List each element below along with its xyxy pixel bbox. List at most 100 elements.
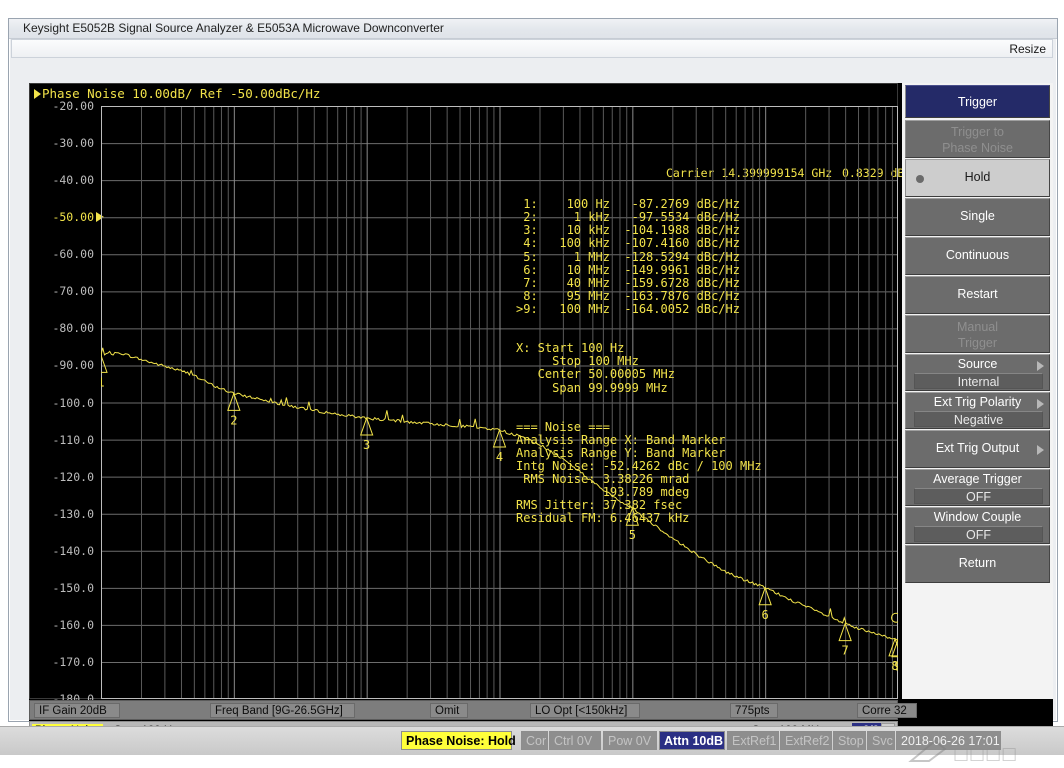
marker-table-row: 7: 40 MHz -159.6728 dBc/Hz bbox=[516, 275, 740, 290]
softkey-label: Window Couple bbox=[933, 510, 1022, 524]
marker-readout-table: 1: 100 Hz -87.2769 dBc/Hz 2: 1 kHz -97.5… bbox=[516, 172, 762, 552]
plot-canvas: 123456789 bbox=[101, 106, 898, 699]
softkey-value[interactable]: OFF bbox=[914, 526, 1043, 542]
taskbar-item[interactable]: ExtRef2 bbox=[780, 731, 832, 750]
watermark: □□□□ bbox=[908, 739, 1017, 764]
softkey-label: Continuous bbox=[945, 248, 1010, 262]
softkey-value[interactable]: Internal bbox=[914, 373, 1043, 389]
marker-table-row: 8: 95 MHz -163.7876 dBc/Hz bbox=[516, 288, 740, 303]
softkey-label: Restart bbox=[957, 287, 998, 301]
trace-marker-label: 2 bbox=[230, 413, 237, 427]
trace-marker-label: 1 bbox=[101, 375, 105, 389]
range-info-rows: X: Start 100 Hz Stop 100 MHz Center 50.0… bbox=[516, 342, 762, 394]
taskbar-item[interactable]: Svc bbox=[867, 731, 895, 750]
y-axis-tick-label: -160.0 bbox=[52, 617, 94, 632]
noise-analysis-row: Analysis Range X: Band Marker bbox=[516, 432, 726, 447]
status-cell[interactable]: IF Gain 20dB bbox=[34, 703, 120, 718]
softkey-single[interactable]: Single bbox=[905, 198, 1050, 236]
y-axis-tick-label: -60.00 bbox=[52, 247, 94, 262]
y-axis-tick-label: -30.00 bbox=[52, 136, 94, 151]
softkey-label: Ext Trig Output bbox=[935, 441, 1020, 455]
noise-analysis-row: Residual FM: 6.46437 kHz bbox=[516, 511, 690, 526]
softkey-continuous[interactable]: Continuous bbox=[905, 237, 1050, 275]
y-axis-tick-label: -120.0 bbox=[52, 469, 94, 484]
trace-marker-label: 3 bbox=[363, 438, 370, 452]
softkey-return[interactable]: Return bbox=[905, 545, 1050, 583]
softkey-label: Average Trigger bbox=[933, 472, 1022, 486]
y-axis-tick-label: -100.0 bbox=[52, 395, 94, 410]
softkey-average-trigger[interactable]: Average Trigger OFF bbox=[905, 469, 1050, 506]
softkey-label: Source bbox=[957, 357, 998, 371]
softkey-label: Return bbox=[958, 556, 997, 570]
softkey-ext-trig-polarity[interactable]: Ext Trig Polarity Negative bbox=[905, 392, 1050, 429]
softkey-label: Trigger to bbox=[950, 125, 1005, 139]
y-axis-tick-label: -20.00 bbox=[52, 99, 94, 113]
title-bar: Keysight E5052B Signal Source Analyzer &… bbox=[9, 19, 1057, 39]
menu-bar[interactable]: Resize bbox=[11, 39, 1053, 58]
chevron-right-icon bbox=[1037, 361, 1044, 371]
softkey-hold[interactable]: Hold bbox=[905, 159, 1050, 197]
softkey-source[interactable]: Source Internal bbox=[905, 354, 1050, 391]
marker-table-row: 4: 100 kHz -107.4160 dBc/Hz bbox=[516, 236, 740, 251]
status-cell[interactable]: LO Opt [<150kHz] bbox=[530, 703, 640, 718]
radio-selected-icon bbox=[916, 175, 924, 183]
taskbar-item[interactable]: Attn 10dB bbox=[659, 731, 725, 750]
trace-marker-label: 9 bbox=[894, 660, 898, 674]
plot-grid: 123456789 bbox=[101, 106, 898, 699]
marker-rows: 1: 100 Hz -87.2769 dBc/Hz 2: 1 kHz -97.5… bbox=[516, 198, 762, 316]
y-axis-tick-label: -50.00 bbox=[52, 210, 94, 225]
softkey-value[interactable]: OFF bbox=[914, 488, 1043, 504]
noise-analysis-rows: === Noise === Analysis Range X: Band Mark… bbox=[516, 419, 762, 526]
range-info-row: Center 50.00005 MHz bbox=[516, 367, 675, 382]
status-cell[interactable]: Freq Band [9G-26.5GHz] bbox=[210, 703, 355, 718]
y-axis-tick-label: -140.0 bbox=[52, 543, 94, 558]
taskbar-item[interactable]: Phase Noise: Hold bbox=[401, 731, 516, 750]
softkey-label-line2: Phase Noise bbox=[942, 141, 1013, 155]
softkey-panel[interactable]: Trigger Trigger to Phase Noise Hold Single Co… bbox=[902, 83, 1053, 699]
softkey-label: Single bbox=[960, 209, 995, 223]
taskbar-item[interactable]: Cor bbox=[521, 731, 548, 750]
taskbar-item[interactable]: Pow 0V bbox=[603, 731, 657, 750]
chevron-right-icon bbox=[1037, 445, 1044, 455]
y-axis-tick-label: -70.00 bbox=[52, 284, 94, 299]
y-axis-tick-label: -170.0 bbox=[52, 654, 94, 669]
noise-section-header: === Noise === bbox=[516, 419, 610, 434]
softkey-value[interactable]: Negative bbox=[914, 411, 1043, 427]
status-cell[interactable]: 775pts bbox=[730, 703, 778, 718]
marker-table-row: >9: 100 MHz -164.0052 dBc/Hz bbox=[516, 301, 740, 316]
chevron-right-icon bbox=[1037, 399, 1044, 409]
y-axis-tick-label: -40.00 bbox=[52, 173, 94, 188]
window-title: Keysight E5052B Signal Source Analyzer &… bbox=[23, 21, 444, 35]
y-axis-tick-label: -130.0 bbox=[52, 506, 94, 521]
softkey-header-label: Trigger bbox=[957, 95, 998, 109]
trace-marker-label: 6 bbox=[762, 608, 769, 622]
softkey-restart[interactable]: Restart bbox=[905, 276, 1050, 314]
marker-table-row: 5: 1 MHz -128.5294 dBc/Hz bbox=[516, 249, 740, 264]
trace-marker-icon bbox=[34, 89, 41, 99]
phase-noise-plot[interactable]: Phase Noise 10.00dB/ Ref -50.00dBc/Hz Ca… bbox=[29, 83, 911, 715]
taskbar-item[interactable]: Stop bbox=[833, 731, 866, 750]
trace-marker-label: 4 bbox=[496, 450, 503, 464]
svg-text:□□□□: □□□□ bbox=[953, 744, 1017, 764]
softkey-ext-trig-output[interactable]: Ext Trig Output bbox=[905, 430, 1050, 468]
taskbar-item[interactable]: ExtRef1 bbox=[727, 731, 779, 750]
status-cell[interactable]: Omit bbox=[430, 703, 468, 718]
y-axis-tick-label: -150.0 bbox=[52, 580, 94, 595]
softkey-label: Ext Trig Polarity bbox=[933, 395, 1022, 409]
softkey-window-couple[interactable]: Window Couple OFF bbox=[905, 507, 1050, 544]
y-axis-tick-label: -90.00 bbox=[52, 358, 94, 373]
softkey-label: Manual bbox=[957, 320, 998, 334]
softkey-manual: Manual Trigger bbox=[905, 315, 1050, 353]
softkey-label-line2: Trigger bbox=[957, 336, 998, 350]
softkey-trigger-to: Trigger to Phase Noise bbox=[905, 120, 1050, 158]
y-axis-tick-label: -110.0 bbox=[52, 432, 94, 447]
instrument-screen: Phase Noise 10.00dB/ Ref -50.00dBc/Hz Ca… bbox=[29, 83, 1053, 741]
resize-button[interactable]: Resize bbox=[1009, 42, 1046, 56]
taskbar-item[interactable]: Ctrl 0V bbox=[549, 731, 601, 750]
softkey-label: Hold bbox=[964, 170, 991, 184]
softkey-header: Trigger bbox=[905, 85, 1050, 118]
status-cell[interactable]: Corre 32 bbox=[857, 703, 917, 718]
window-frame: Keysight E5052B Signal Source Analyzer &… bbox=[8, 18, 1058, 741]
marker-table-row: 6: 10 MHz -149.9961 dBc/Hz bbox=[516, 262, 740, 277]
y-axis-tick-label: -80.00 bbox=[52, 321, 94, 336]
